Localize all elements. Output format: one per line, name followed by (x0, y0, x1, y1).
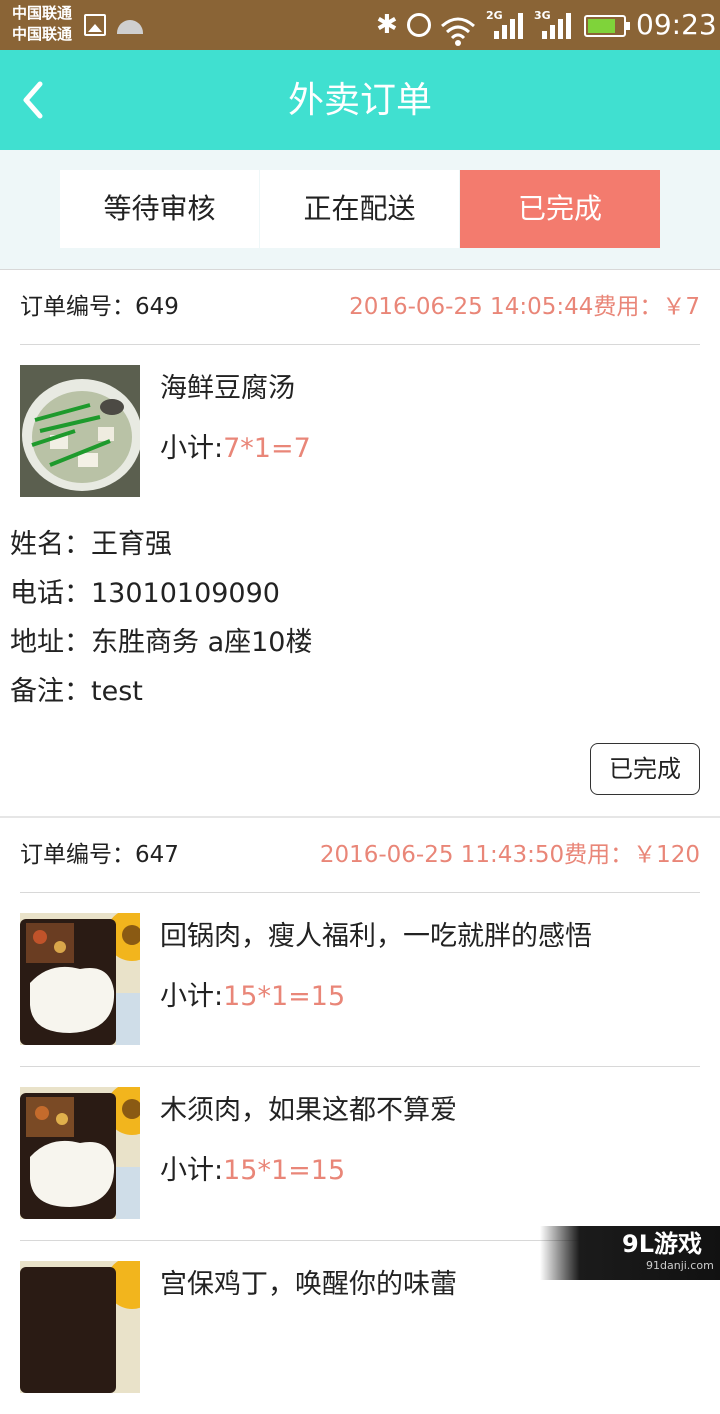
tab-completed[interactable]: 已完成 (460, 170, 660, 248)
page-title: 外卖订单 (287, 80, 432, 121)
dish-subtotal: 小计:15*1=15 (160, 979, 345, 1015)
note-value: test (91, 676, 143, 707)
wifi-icon (441, 17, 475, 46)
phone-value: 13010109090 (91, 578, 280, 609)
order-item[interactable]: 回锅肉，瘦人福利，一吃就胖的感悟 小计:15*1=15 (20, 893, 700, 1067)
order-card: 订单编号：649 2016-06-25 14:05:44费用：￥7 海鲜豆腐汤 … (0, 270, 720, 816)
order-number-label: 订单编号： (20, 842, 135, 868)
battery-fill (588, 19, 616, 33)
address-label: 地址： (10, 627, 91, 658)
network-2g-label: 2G (486, 9, 503, 22)
order-number-value: 647 (135, 842, 179, 868)
watermark-logo: 9L游戏 (622, 1230, 702, 1258)
phone-label: 电话： (10, 578, 91, 609)
subtotal-label: 小计: (160, 433, 224, 464)
carrier-labels: 中国联通 中国联通 (12, 3, 72, 45)
name-value: 王育强 (91, 529, 172, 560)
dish-thumbnail (20, 1087, 140, 1219)
dish-thumbnail (20, 1261, 140, 1393)
tab-bar: 等待审核 正在配送 已完成 (0, 150, 720, 270)
subtotal-label: 小计: (160, 1155, 224, 1186)
order-item[interactable]: 海鲜豆腐汤 小计:7*1=7 (20, 345, 700, 518)
order-card: 订单编号：647 2016-06-25 11:43:50费用：￥120 回锅肉，… (0, 818, 720, 1414)
tab-pending-review[interactable]: 等待审核 (60, 170, 259, 248)
dish-name: 宫保鸡丁，唤醒你的味蕾 (160, 1269, 457, 1300)
order-item[interactable]: 木须肉，如果这都不算爱 小计:15*1=15 (20, 1067, 700, 1241)
dish-name: 回锅肉，瘦人福利，一吃就胖的感悟 (160, 921, 592, 952)
status-bar: 中国联通 中国联通 ✱ 2G 3G 09:23 (0, 0, 720, 50)
dish-name: 海鲜豆腐汤 (160, 373, 295, 404)
battery-icon (584, 15, 630, 37)
dish-subtotal: 小计:7*1=7 (160, 431, 311, 467)
customer-info: 姓名：王育强 电话：13010109090 地址：东胜商务 a座10楼 备注：t… (0, 518, 720, 716)
dish-name: 木须肉，如果这都不算爱 (160, 1095, 457, 1126)
order-actions: 已完成 (0, 716, 720, 816)
gallery-icon (84, 14, 106, 36)
order-number: 订单编号：647 (20, 840, 179, 870)
dish-thumbnail (20, 913, 140, 1045)
subtotal-value: 15*1=15 (223, 1155, 346, 1186)
order-number-label: 订单编号： (20, 294, 135, 320)
signal-2g-icon: 2G (486, 9, 524, 39)
network-3g-label: 3G (534, 9, 551, 22)
completed-status-button[interactable]: 已完成 (590, 743, 700, 795)
bluetooth-icon: ✱ (376, 10, 398, 40)
name-label: 姓名： (10, 529, 91, 560)
order-time-fee: 2016-06-25 14:05:44费用：￥7 (349, 294, 700, 320)
dish-thumbnail (20, 365, 140, 497)
customer-address: 地址：东胜商务 a座10楼 (10, 618, 710, 667)
note-label: 备注： (10, 676, 91, 707)
carrier-1: 中国联通 (12, 4, 73, 22)
order-number: 订单编号：649 (20, 292, 179, 322)
clock: 09:23 (636, 8, 717, 41)
customer-phone: 电话：13010109090 (10, 569, 710, 618)
title-bar: 外卖订单 (0, 50, 720, 150)
android-icon (117, 20, 143, 34)
watermark-url: 91danji.com (646, 1259, 714, 1272)
signal-3g-icon: 3G (534, 9, 572, 39)
order-header: 订单编号：647 2016-06-25 11:43:50费用：￥120 (20, 818, 700, 893)
address-value: 东胜商务 a座10楼 (91, 627, 313, 658)
subtotal-label: 小计: (160, 981, 224, 1012)
subtotal-value: 7*1=7 (223, 433, 311, 464)
tab-delivering[interactable]: 正在配送 (260, 170, 459, 248)
carrier-2: 中国联通 (12, 25, 73, 43)
customer-name: 姓名：王育强 (10, 520, 710, 569)
alarm-icon (407, 13, 431, 37)
order-number-value: 649 (135, 294, 179, 320)
site-watermark: 9L游戏 91danji.com (540, 1226, 720, 1280)
subtotal-value: 15*1=15 (223, 981, 346, 1012)
order-header: 订单编号：649 2016-06-25 14:05:44费用：￥7 (20, 270, 700, 345)
order-time-fee: 2016-06-25 11:43:50费用：￥120 (319, 842, 700, 868)
dish-subtotal: 小计:15*1=15 (160, 1153, 345, 1189)
customer-note: 备注：test (10, 667, 710, 716)
